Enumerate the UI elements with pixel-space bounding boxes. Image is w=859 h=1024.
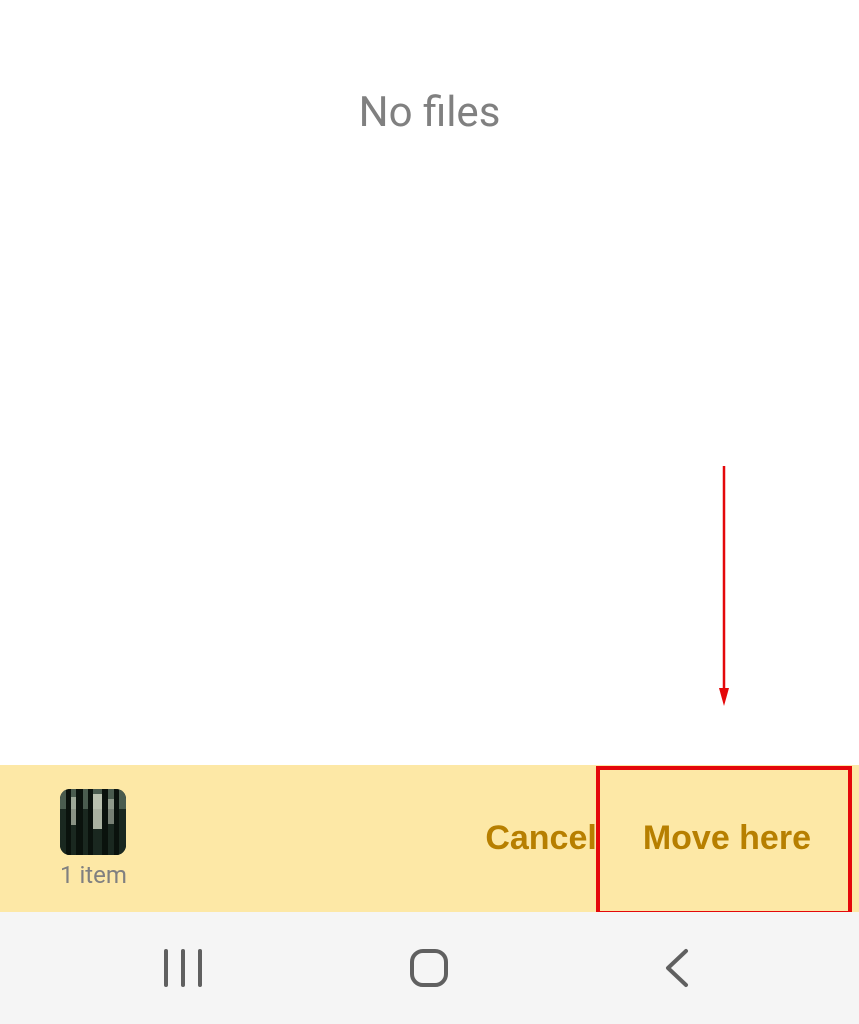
empty-state-message: No files [0, 88, 859, 137]
selected-item-thumbnail [60, 789, 126, 855]
annotation-arrow [719, 466, 729, 706]
move-action-bar: 1 item Cancel Move here [0, 765, 859, 912]
recents-button[interactable] [93, 938, 273, 998]
item-count-label: 1 item [60, 861, 127, 889]
back-button[interactable] [586, 938, 766, 998]
home-icon [408, 947, 450, 989]
recents-icon [162, 949, 204, 987]
selection-preview: 1 item [60, 789, 127, 889]
cancel-button[interactable]: Cancel [467, 765, 615, 912]
home-button[interactable] [339, 938, 519, 998]
back-icon [662, 947, 690, 989]
empty-folder-state: No files [0, 0, 859, 137]
action-buttons: Cancel Move here [467, 765, 839, 912]
system-navigation-bar [0, 912, 859, 1024]
move-here-button[interactable]: Move here [615, 765, 839, 912]
